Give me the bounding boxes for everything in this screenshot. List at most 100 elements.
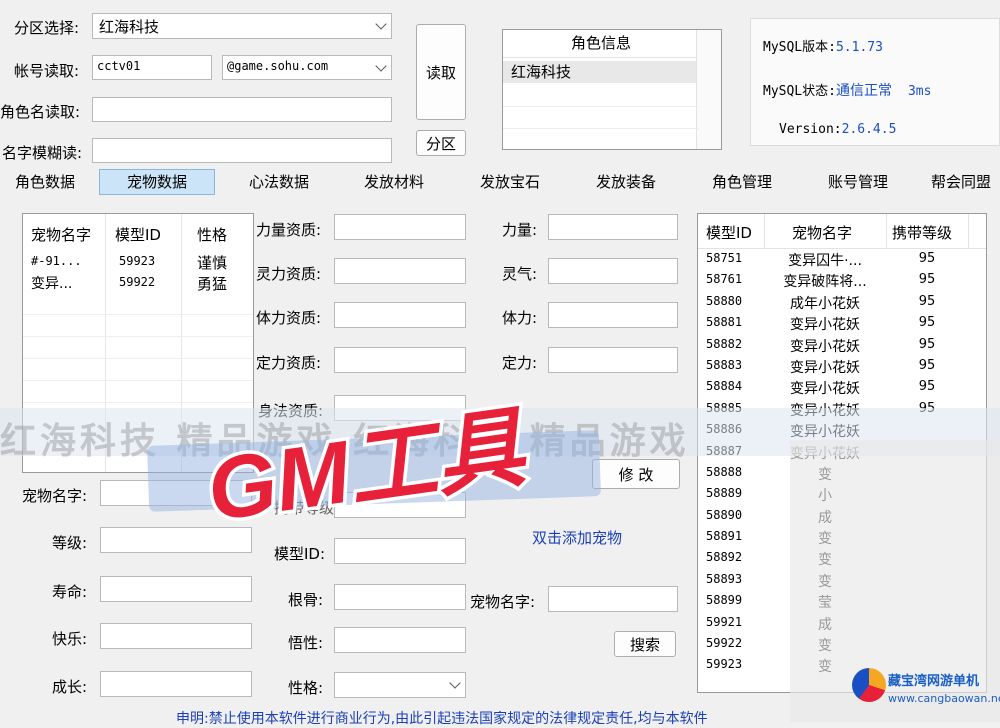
chevron-down-icon	[375, 18, 387, 30]
table-row[interactable]: 58882 变异小花妖 95	[698, 335, 986, 356]
search-button[interactable]: 搜索	[614, 631, 676, 657]
strength-aptitude-input[interactable]	[334, 214, 466, 240]
model-list-col-name: 宠物名字	[792, 224, 853, 242]
partition-button[interactable]: 分区	[416, 130, 466, 156]
tab-account-management[interactable]: 账号管理	[815, 170, 901, 194]
app-version-value: 2.6.4.5	[841, 122, 897, 137]
root-bone-label: 根骨:	[288, 591, 324, 609]
model-list-grid	[764, 214, 765, 248]
strength-label: 力量:	[502, 221, 538, 239]
site-name: 藏宝湾网游单机	[888, 674, 980, 689]
comprehension-input[interactable]	[334, 627, 466, 653]
search-name-input[interactable]	[548, 586, 678, 612]
role-info-row[interactable]: 红海科技	[503, 61, 699, 83]
model-row-level: 95	[918, 251, 936, 266]
model-row-id: 58889	[706, 486, 743, 501]
nature-label: 性格:	[288, 679, 324, 697]
tab-role-management[interactable]: 角色管理	[699, 170, 785, 194]
pet-row-nature: 谨慎	[197, 254, 228, 272]
model-row-level: 95	[918, 315, 936, 331]
partition-select[interactable]: 红海科技	[92, 13, 392, 39]
tab-issue-materials[interactable]: 发放材料	[351, 170, 437, 194]
table-row[interactable]: 58881 变异小花妖 95	[698, 313, 986, 334]
account-domain-select[interactable]: @game.sohu.com	[222, 55, 392, 80]
model-list-grid	[968, 214, 969, 248]
tab-label: 心法数据	[248, 173, 309, 191]
role-info-header: 角色信息	[503, 30, 699, 58]
model-row-id: 58891	[706, 529, 743, 544]
pet-list-header: 宠物名字 模型ID 性格	[23, 214, 253, 250]
pet-row-name: 变异...	[31, 276, 73, 292]
table-row[interactable]: 58884 变异小花妖 95	[698, 377, 986, 398]
stamina-aptitude-input[interactable]	[334, 302, 466, 328]
mysql-latency: 3ms	[907, 84, 932, 99]
level-label: 等级:	[52, 534, 88, 552]
strength-aptitude-label: 力量资质:	[256, 221, 322, 239]
tab-pet-data[interactable]: 宠物数据	[99, 169, 215, 195]
pet-list-grid	[23, 336, 253, 337]
role-info-list[interactable]: 角色信息 红海科技	[502, 29, 722, 150]
model-row-level: 95	[918, 272, 936, 288]
growth-input[interactable]	[100, 671, 252, 697]
pet-row-name: #-91...	[31, 254, 82, 268]
fuzzy-name-input[interactable]	[92, 138, 392, 163]
model-id-input[interactable]	[334, 538, 466, 564]
happiness-input[interactable]	[100, 623, 252, 649]
root-bone-input[interactable]	[334, 584, 466, 610]
table-row[interactable]: 58761 变异破阵将... 95	[698, 270, 986, 291]
spirit-aptitude-label: 灵力资质:	[256, 265, 322, 283]
read-button[interactable]: 读取	[416, 24, 466, 120]
table-row[interactable]: 58880 成年小花妖 95	[698, 292, 986, 313]
account-input[interactable]: cctv01	[92, 55, 212, 80]
model-row-id: 58899	[706, 593, 743, 608]
gm-tool-logo: GM工具	[198, 393, 536, 543]
role-info-scrollbar[interactable]	[696, 30, 721, 149]
mysql-status-value: 通信正常	[835, 83, 892, 99]
focus-input[interactable]	[548, 347, 678, 373]
tab-issue-gems[interactable]: 发放宝石	[467, 170, 553, 194]
search-name-label: 宠物名字:	[470, 593, 536, 611]
spirit-aptitude-input[interactable]	[334, 258, 466, 284]
role-info-row-label: 红海科技	[511, 63, 572, 81]
table-row[interactable]: 变异... 59922 勇猛	[23, 272, 253, 293]
add-pet-hint: 双击添加宠物	[532, 529, 623, 547]
tab-heart-method[interactable]: 心法数据	[236, 170, 322, 194]
tab-label: 发放装备	[595, 173, 656, 191]
pet-list-grid	[23, 358, 253, 359]
site-url: www.cangbaowan.net	[888, 692, 1000, 705]
model-row-id: 58881	[706, 315, 743, 330]
tab-issue-equipment[interactable]: 发放装备	[583, 170, 669, 194]
tab-label: 帮会同盟	[931, 173, 992, 191]
stamina-aptitude-label: 体力资质:	[256, 309, 322, 327]
tab-label: 角色数据	[14, 173, 75, 191]
pet-row-nature: 勇猛	[197, 275, 228, 293]
tab-guild-alliance[interactable]: 帮会同盟	[931, 170, 1000, 194]
mysql-version-value: 5.1.73	[835, 40, 883, 55]
table-row[interactable]: #-91... 59923 谨慎	[23, 251, 253, 272]
stamina-input[interactable]	[548, 302, 678, 328]
strength-input[interactable]	[548, 214, 678, 240]
pet-list-grid	[23, 314, 253, 315]
partition-label: 分区选择:	[14, 19, 80, 37]
mysql-status-label: MySQL状态:	[763, 84, 836, 99]
tab-label: 发放宝石	[479, 173, 540, 191]
table-row[interactable]: 58883 变异小花妖 95	[698, 356, 986, 377]
table-row[interactable]: 58751 变异囚牛·... 95	[698, 249, 986, 270]
role-name-input[interactable]	[92, 97, 392, 122]
footer-notice: 申明:禁止使用本软件进行商业行为,由此引起违法国家规定的法律规定责任,均与本软件	[176, 711, 708, 727]
chevron-down-icon	[375, 59, 387, 72]
model-row-level: 95	[918, 357, 936, 373]
spirit-input[interactable]	[548, 258, 678, 284]
model-row-level: 95	[918, 336, 936, 352]
pet-row-model: 59922	[119, 275, 156, 289]
growth-label: 成长:	[52, 678, 88, 696]
model-list-header: 模型ID 宠物名字 携带等级	[698, 214, 986, 249]
lifespan-input[interactable]	[100, 576, 252, 602]
model-row-id: 58761	[706, 272, 743, 287]
nature-select[interactable]	[334, 672, 466, 698]
site-logo-icon	[852, 668, 886, 702]
focus-aptitude-input[interactable]	[334, 347, 466, 373]
role-info-grid	[503, 128, 699, 129]
pet-list-col-nature: 性格	[197, 226, 228, 244]
tab-role-data[interactable]: 角色数据	[2, 170, 88, 194]
